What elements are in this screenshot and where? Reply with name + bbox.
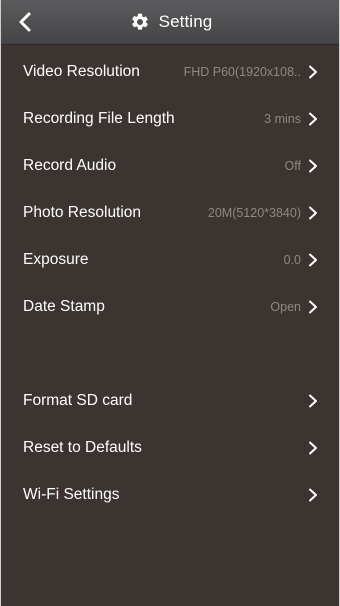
setting-label: Record Audio (23, 156, 117, 174)
setting-label: Video Resolution (23, 62, 140, 80)
setting-label: Exposure (23, 250, 89, 268)
setting-label: Recording File Length (23, 109, 175, 127)
setting-value: 3 mins (264, 111, 301, 126)
setting-row-recording-file-length[interactable]: Recording File Length 3 mins (1, 95, 339, 142)
settings-screen: Setting Video Resolution FHD P60(1920x10… (0, 0, 340, 606)
settings-list: Video Resolution FHD P60(1920x108.. Reco… (1, 45, 339, 606)
setting-row-record-audio[interactable]: Record Audio Off (1, 142, 339, 189)
chevron-right-icon (307, 205, 319, 221)
setting-value: Open (270, 299, 301, 314)
setting-row-photo-resolution[interactable]: Photo Resolution 20M(5120*3840) (1, 189, 339, 236)
setting-value: 0.0 (283, 252, 301, 267)
action-label: Format SD card (23, 391, 133, 409)
setting-value: Off (284, 158, 301, 173)
setting-label: Date Stamp (23, 297, 105, 315)
chevron-right-icon (307, 64, 319, 80)
chevron-right-icon (307, 393, 319, 409)
gear-icon (130, 12, 150, 32)
setting-row-date-stamp[interactable]: Date Stamp Open (1, 283, 339, 330)
setting-value: 20M(5120*3840) (207, 205, 301, 220)
chevron-right-icon (307, 158, 319, 174)
action-row-reset-to-defaults[interactable]: Reset to Defaults (1, 424, 339, 471)
action-row-wifi-settings[interactable]: Wi-Fi Settings (1, 471, 339, 518)
setting-value: FHD P60(1920x108.. (183, 64, 301, 79)
setting-row-video-resolution[interactable]: Video Resolution FHD P60(1920x108.. (1, 48, 339, 95)
action-label: Reset to Defaults (23, 438, 142, 456)
header-bar: Setting (1, 0, 339, 45)
chevron-right-icon (307, 299, 319, 315)
setting-label: Photo Resolution (23, 203, 142, 221)
header-title-group: Setting (1, 0, 339, 44)
page-title: Setting (158, 12, 213, 31)
chevron-right-icon (307, 487, 319, 503)
chevron-right-icon (307, 111, 319, 127)
chevron-right-icon (307, 252, 319, 268)
setting-row-exposure[interactable]: Exposure 0.0 (1, 236, 339, 283)
action-row-format-sd-card[interactable]: Format SD card (1, 377, 339, 424)
chevron-right-icon (307, 440, 319, 456)
action-label: Wi-Fi Settings (23, 485, 120, 503)
